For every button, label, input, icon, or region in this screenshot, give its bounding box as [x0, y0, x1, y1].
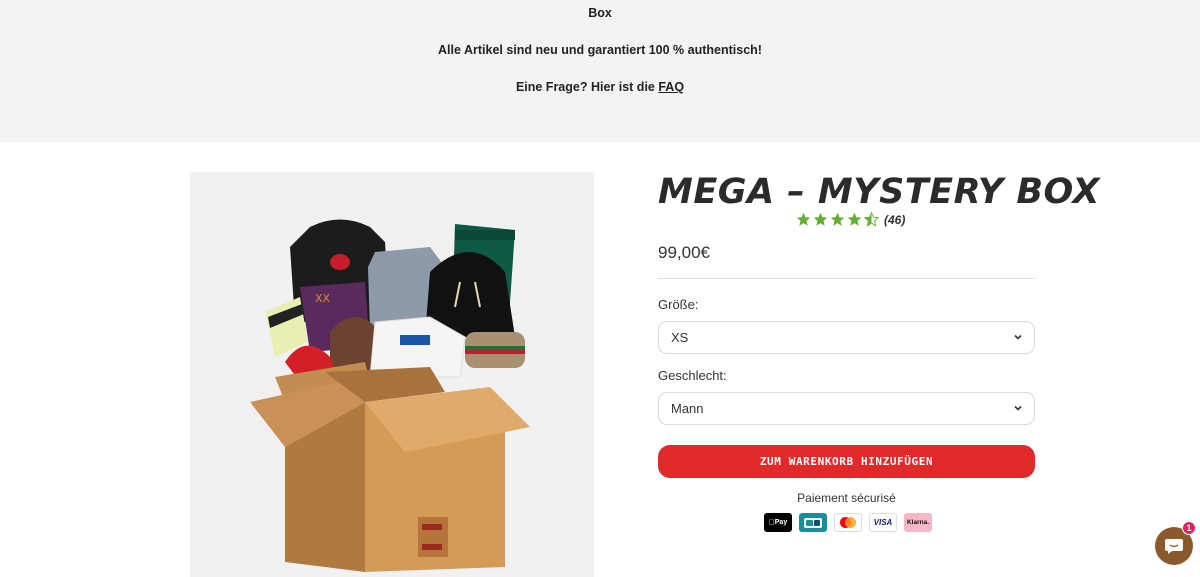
size-select-value: XS [671, 330, 689, 345]
klarna-icon: Klarna. [904, 513, 932, 532]
payment-methods: Pay VISA Klarna. [764, 513, 932, 532]
divider [658, 278, 1035, 279]
mastercard-logo-icon [840, 517, 856, 528]
secure-payment-text: Paiement sécurisé [797, 491, 896, 505]
star-icon [830, 212, 845, 226]
gender-label: Geschlecht: [658, 368, 727, 383]
svg-text:XX: XX [315, 292, 331, 305]
rating-count: (46) [884, 212, 906, 227]
star-half-icon [864, 212, 879, 227]
announcement-bar: Box Alle Artikel sind neu und garantiert… [0, 0, 1200, 142]
product-price: 99,00€ [658, 243, 710, 262]
announcement-line-box: Box [588, 6, 612, 20]
announcement-faq: Eine Frage? Hier ist die FAQ [0, 80, 1200, 94]
gender-select-value: Mann [671, 401, 704, 416]
add-to-cart-button[interactable]: ZUM WARENKORB HINZUFÜGEN [658, 445, 1035, 478]
product-title: MEGA – MYSTERY BOX [658, 172, 1101, 212]
chat-bubble-icon [1165, 539, 1183, 554]
apple-pay-label: Pay [771, 519, 787, 526]
star-icon [847, 212, 862, 226]
apple-pay-icon: Pay [764, 513, 792, 532]
gender-select[interactable]: Mann [658, 392, 1035, 425]
product-rating[interactable]: (46) [796, 212, 905, 227]
chevron-down-icon [1014, 405, 1022, 411]
cb-card-icon [799, 513, 827, 532]
mastercard-icon [834, 513, 862, 532]
announcement-authentic: Alle Artikel sind neu und garantiert 100… [438, 43, 762, 57]
faq-prefix: Eine Frage? Hier ist die [515, 80, 659, 94]
star-icon [813, 212, 828, 226]
size-label: Größe: [658, 297, 699, 312]
chevron-down-icon [1014, 334, 1022, 340]
visa-icon: VISA [869, 513, 897, 532]
chat-notification-badge: 1 [1182, 521, 1196, 535]
cb-logo-icon [804, 517, 822, 528]
faq-link[interactable]: FAQ [658, 80, 684, 94]
size-select[interactable]: XS [658, 321, 1035, 354]
mystery-box-illustration: XX [250, 219, 530, 572]
star-icon [796, 212, 811, 226]
product-image[interactable]: XX [190, 172, 594, 577]
